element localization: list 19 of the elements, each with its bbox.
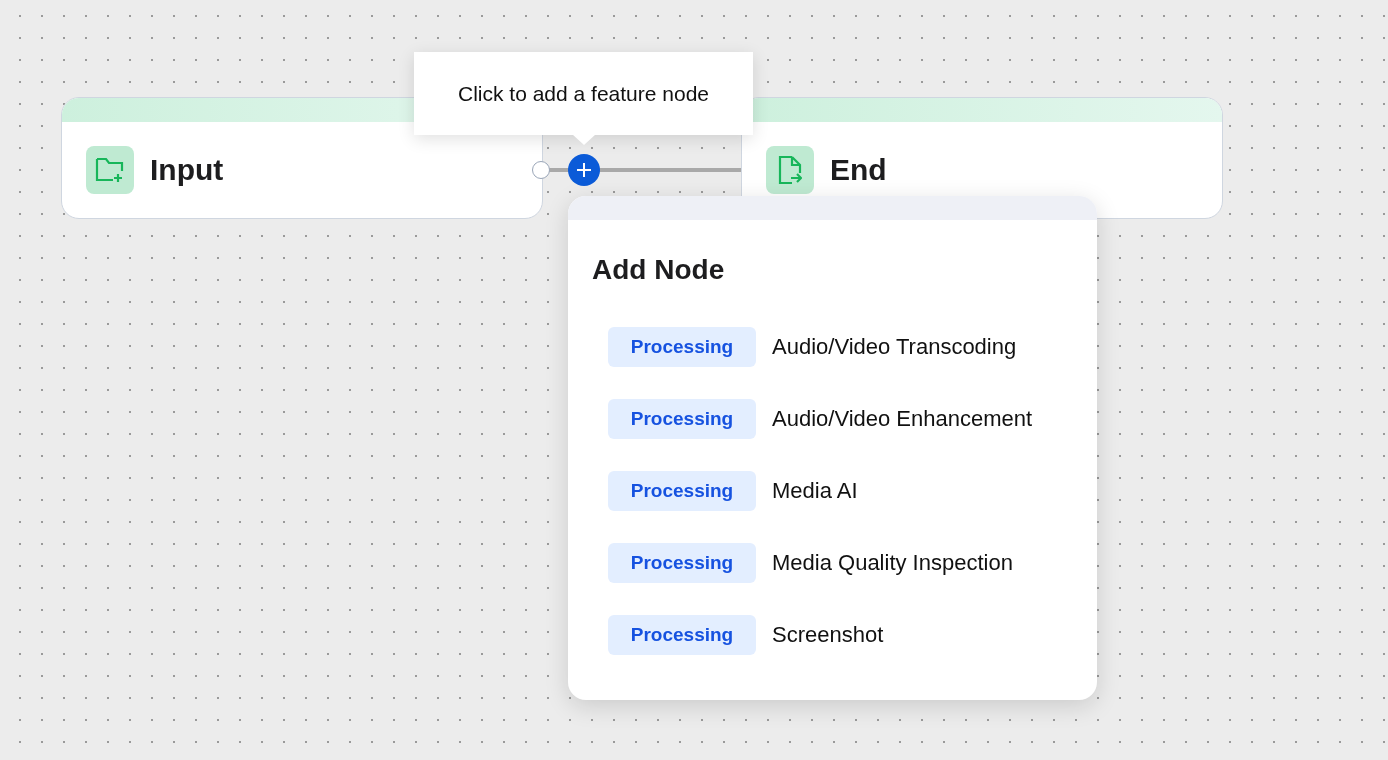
node-title: End — [830, 153, 887, 187]
popup-title: Add Node — [592, 253, 726, 287]
category-tag: Processing — [608, 471, 756, 511]
category-tag: Processing — [608, 543, 756, 583]
menu-item[interactable]: Media Quality Inspection — [772, 550, 1013, 576]
menu-item[interactable]: Audio/Video Enhancement — [772, 406, 1033, 432]
tooltip-pointer — [572, 134, 596, 146]
category-tag: Processing — [608, 327, 756, 367]
folder-plus-icon — [95, 157, 125, 183]
node-title: Input — [150, 153, 224, 187]
category-tag: Processing — [608, 399, 756, 439]
category-tag: Processing — [608, 615, 756, 655]
menu-item[interactable]: Audio/Video Transcoding — [772, 334, 1017, 360]
tooltip: Click to add a feature node — [414, 52, 753, 135]
menu-item[interactable]: Screenshot — [772, 622, 884, 648]
file-export-icon — [778, 155, 802, 185]
add-node-button[interactable] — [568, 154, 600, 186]
plus-icon — [576, 162, 592, 178]
menu-item[interactable]: Media AI — [772, 478, 858, 504]
